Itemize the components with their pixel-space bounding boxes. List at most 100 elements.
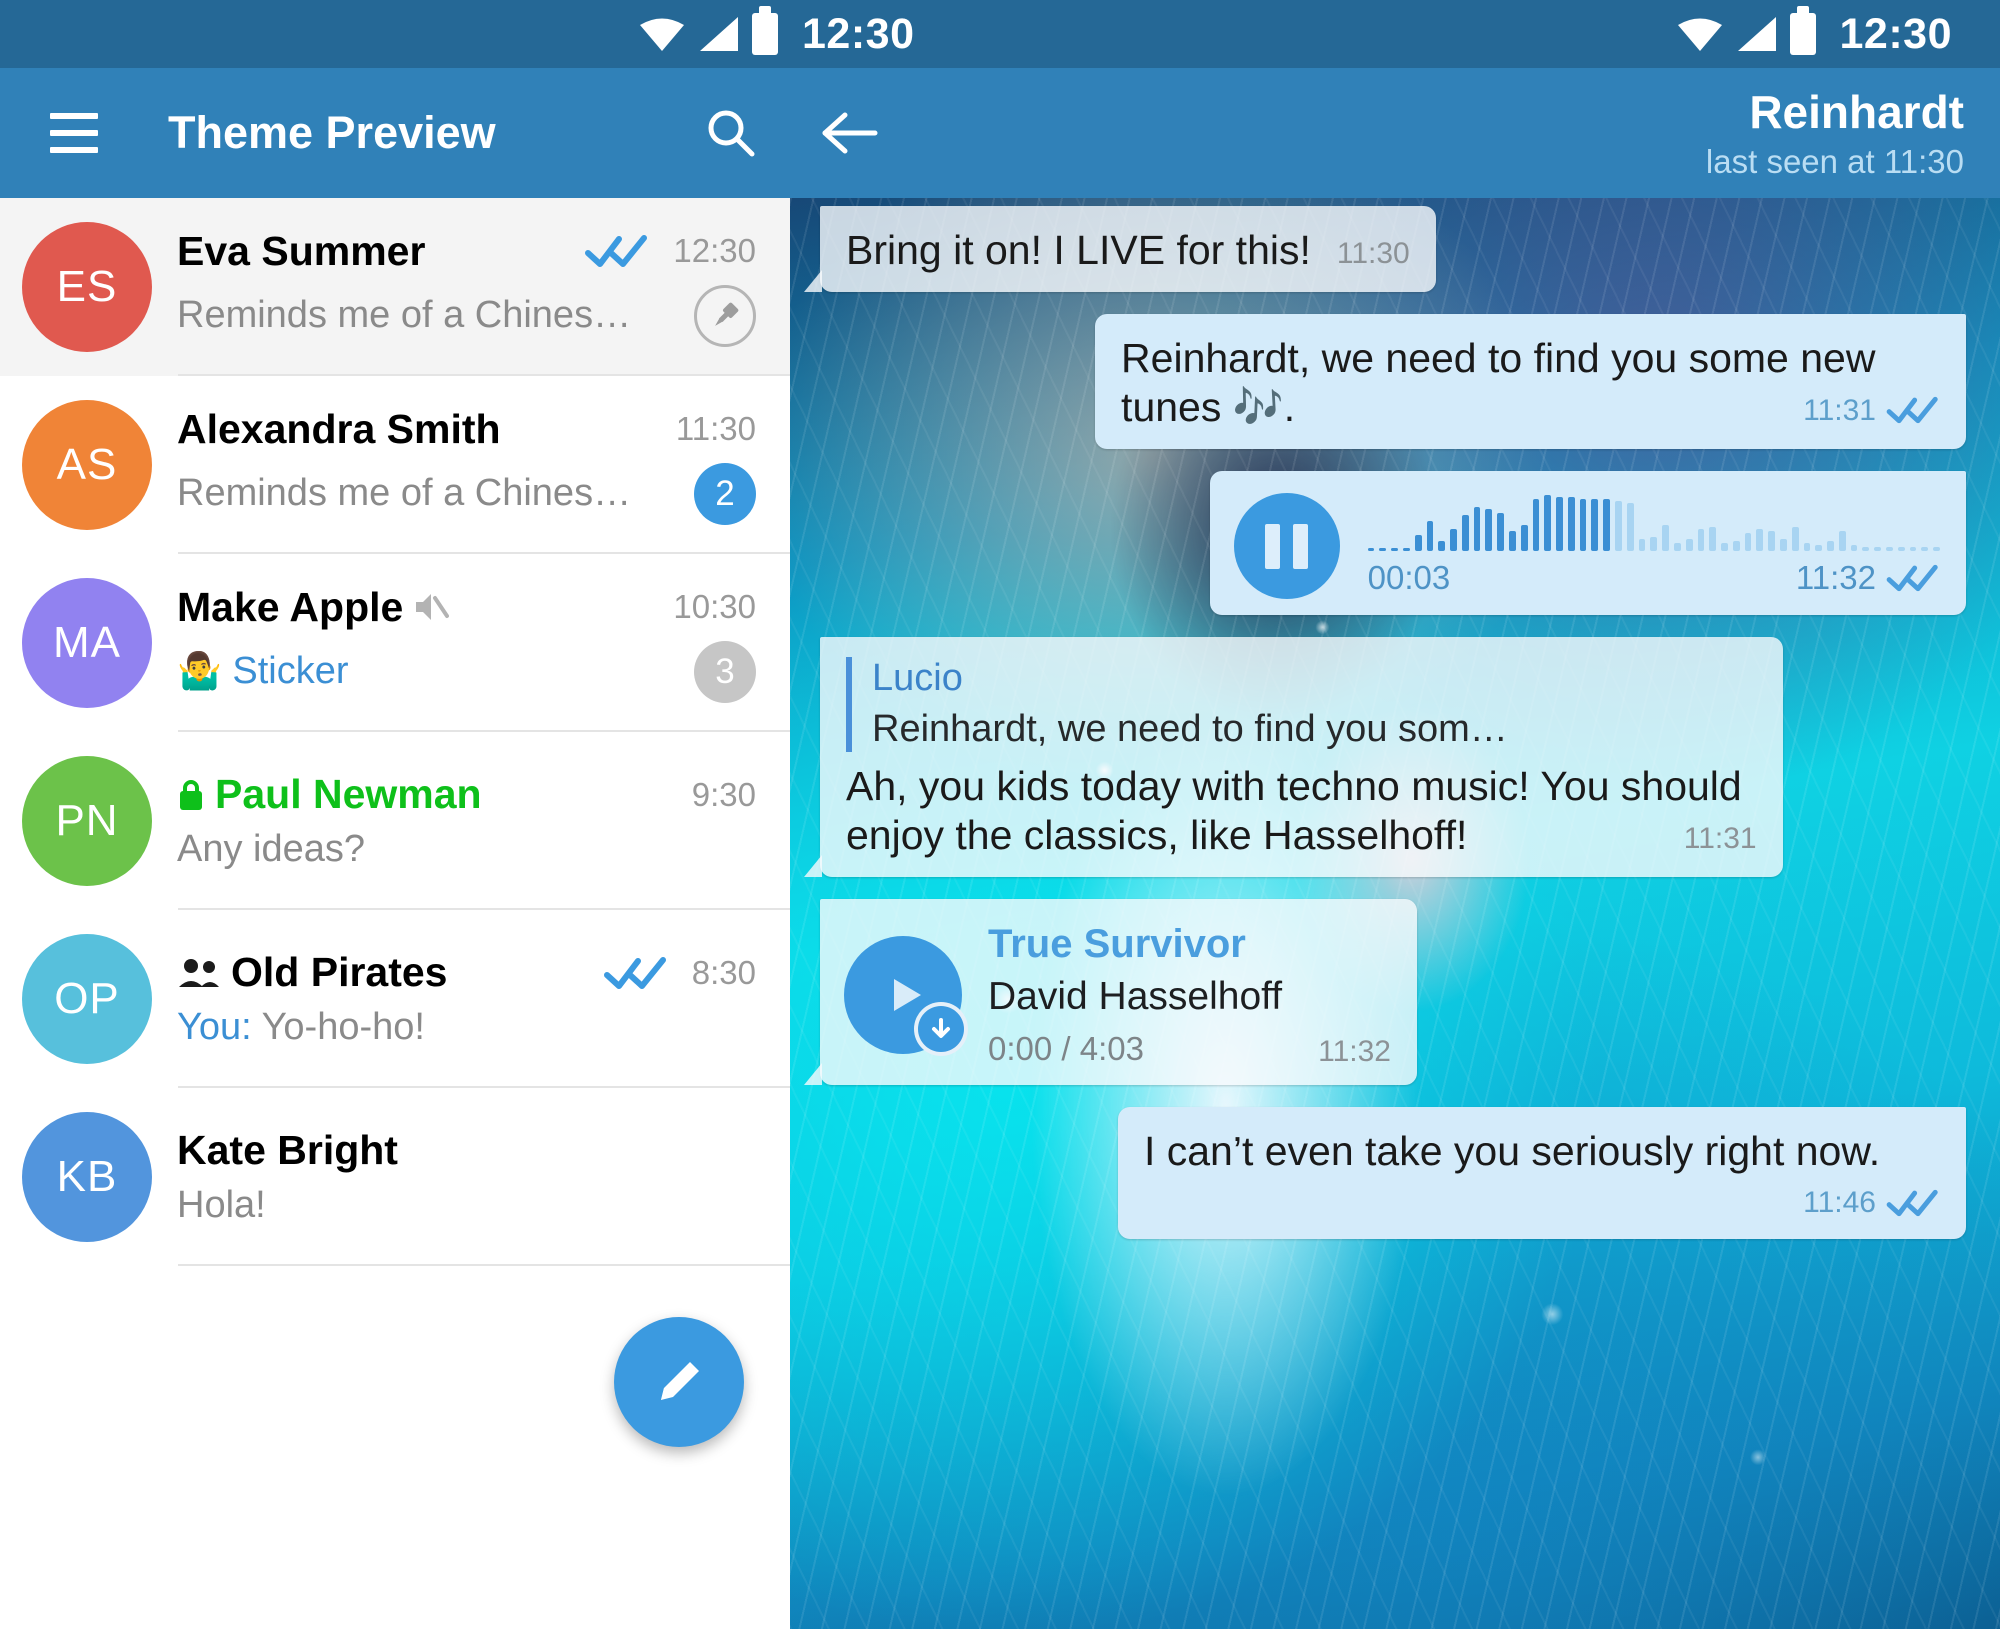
reply-quote-text: Reinhardt, we need to find you som… <box>872 707 1508 750</box>
mute-icon <box>416 594 450 620</box>
pause-icon <box>1265 523 1309 569</box>
download-icon <box>932 1018 950 1039</box>
message-bubble: Reinhardt, we need to find you some new … <box>1095 314 1966 450</box>
message-incoming-reply[interactable]: Lucio Reinhardt, we need to find you som… <box>804 637 1783 878</box>
hamburger-menu-icon[interactable] <box>50 113 98 153</box>
chat-list-item-kate-bright[interactable]: KB Kate Bright Hola! <box>0 1088 790 1266</box>
waveform-bar <box>1556 496 1563 551</box>
wifi-icon <box>1677 18 1722 51</box>
search-button[interactable] <box>696 98 766 168</box>
voice-waveform[interactable] <box>1367 494 1940 551</box>
message-incoming-text[interactable]: Bring it on! I LIVE for this! 11:30 <box>804 206 1436 293</box>
chat-list-item-old-pirates[interactable]: OP Old Pirates 8:30 You: Yo-ho-ho! <box>0 910 790 1088</box>
waveform-bar <box>1379 547 1387 551</box>
avatar: OP <box>22 934 152 1064</box>
music-artwork[interactable] <box>844 936 968 1057</box>
waveform-bar <box>1450 528 1457 551</box>
body-split: ES Eva Summer 12:30 Reminds me of a Chin… <box>0 198 2000 1629</box>
waveform-bar <box>1638 538 1646 551</box>
back-button[interactable] <box>814 98 884 168</box>
chat-name: Make Apple <box>177 583 404 630</box>
message-incoming-music[interactable]: True Survivor David Hasselhoff 0:00 / 4:… <box>804 899 1417 1085</box>
music-progress: 0:00 / 4:03 <box>988 1030 1144 1067</box>
waveform-bar <box>1367 547 1375 551</box>
message-meta: 11:31 <box>1684 821 1757 856</box>
message-time: 11:30 <box>1336 237 1410 270</box>
sticker-label: Sticker <box>232 650 349 692</box>
message-text: I can’t even take you seriously right no… <box>1143 1127 1881 1174</box>
chat-name: Eva Summer <box>177 227 426 274</box>
preview-text: Yo-ho-ho! <box>261 1006 425 1048</box>
waveform-bar <box>1721 542 1728 551</box>
chat-row-body: Paul Newman 9:30 Any ideas? <box>177 771 756 871</box>
chat-list-item-eva-summer[interactable]: ES Eva Summer 12:30 Reminds me of a Chin… <box>0 198 790 376</box>
chat-list-item-make-apple[interactable]: MA Make Apple 10:30 🤷‍♂️ St <box>0 554 790 732</box>
chat-name: Old Pirates <box>231 949 448 995</box>
chat-list-item-alexandra-smith[interactable]: AS Alexandra Smith 11:30 Reminds me of a… <box>0 376 790 554</box>
waveform-bar <box>1662 524 1669 551</box>
music-info: True Survivor David Hasselhoff 0:00 / 4:… <box>988 921 1282 1069</box>
reply-quote[interactable]: Lucio Reinhardt, we need to find you som… <box>846 657 1757 753</box>
chat-list[interactable]: ES Eva Summer 12:30 Reminds me of a Chin… <box>0 198 790 1629</box>
search-icon <box>708 110 755 157</box>
chat-name: Alexandra Smith <box>177 405 501 452</box>
waveform-bar <box>1697 528 1705 551</box>
waveform-bar <box>1933 546 1940 551</box>
waveform-bar <box>1897 546 1905 551</box>
download-badge[interactable] <box>914 1002 968 1057</box>
lock-icon <box>180 779 202 810</box>
status-time-left: 12:30 <box>802 9 915 58</box>
chat-row-body: Make Apple 10:30 🤷‍♂️ Sticker 3 <box>177 584 756 703</box>
message-time: 11:46 <box>1803 1186 1876 1220</box>
conversation-header-text[interactable]: Reinhardt last seen at 11:30 <box>892 89 1964 178</box>
message-outgoing-voice[interactable]: 00:03 11:32 <box>1209 471 1966 616</box>
message-bubble: Lucio Reinhardt, we need to find you som… <box>804 637 1783 878</box>
message-outgoing-text-last[interactable]: I can’t even take you seriously right no… <box>1117 1106 1966 1239</box>
waveform-bar <box>1921 546 1929 551</box>
waveform-bar <box>1603 498 1611 551</box>
waveform-bar <box>1473 506 1481 551</box>
chat-preview: You: Yo-ho-ho! <box>177 1006 425 1049</box>
message-time: 11:31 <box>1803 393 1876 427</box>
message-list: Bring it on! I LIVE for this! 11:30 Rein… <box>790 198 2000 1629</box>
avatar-initials: ES <box>56 262 118 311</box>
chat-row-body: Kate Bright Hola! <box>177 1127 756 1227</box>
chat-time: 11:30 <box>675 410 756 447</box>
avatar: AS <box>22 400 152 530</box>
waveform-bar <box>1650 536 1658 551</box>
waveform-bar <box>1544 494 1552 551</box>
waveform-bar <box>1838 530 1846 551</box>
app-root: 12:30 12:30 Theme Preview Reinhardt last… <box>0 0 2000 1629</box>
voice-duration: 00:03 <box>1367 558 1451 596</box>
voice-pause-button[interactable] <box>1233 493 1340 600</box>
preview-sender-prefix: You: <box>177 1006 252 1048</box>
chat-preview: Hola! <box>177 1184 266 1226</box>
chat-preview: Any ideas? <box>177 828 366 870</box>
waveform-bar <box>1909 546 1917 551</box>
waveform-bar <box>1532 498 1540 551</box>
back-arrow-icon <box>822 112 878 154</box>
message-meta: 11:46 <box>1803 1185 1940 1220</box>
voice-body: 00:03 11:32 <box>1367 494 1940 598</box>
avatar-initials: OP <box>54 974 120 1023</box>
chat-list-item-paul-newman[interactable]: PN Paul Newman 9:30 Any ideas? <box>0 732 790 910</box>
chat-name: Paul Newman <box>215 771 482 817</box>
waveform-bar <box>1768 530 1775 551</box>
music-artist: David Hasselhoff <box>988 975 1283 1019</box>
waveform-bar <box>1497 512 1505 551</box>
compose-fab-button[interactable] <box>614 1317 744 1447</box>
waveform-bar <box>1685 538 1693 551</box>
message-meta: 11:32 <box>1796 559 1940 598</box>
conversation-pane[interactable]: Bring it on! I LIVE for this! 11:30 Rein… <box>790 198 2000 1629</box>
double-check-icon <box>1886 397 1938 424</box>
waveform-bar <box>1426 520 1434 551</box>
group-icon <box>179 958 219 987</box>
waveform-bar <box>1615 500 1622 551</box>
message-text: Ah, you kids today with techno music! Yo… <box>846 763 1742 858</box>
unread-badge: 2 <box>694 462 756 525</box>
conversation-app-bar: Reinhardt last seen at 11:30 <box>790 68 2000 198</box>
waveform-bar <box>1803 542 1811 551</box>
music-title: True Survivor <box>988 922 1246 967</box>
avatar: PN <box>22 756 152 886</box>
message-outgoing-text[interactable]: Reinhardt, we need to find you some new … <box>1095 314 1966 450</box>
